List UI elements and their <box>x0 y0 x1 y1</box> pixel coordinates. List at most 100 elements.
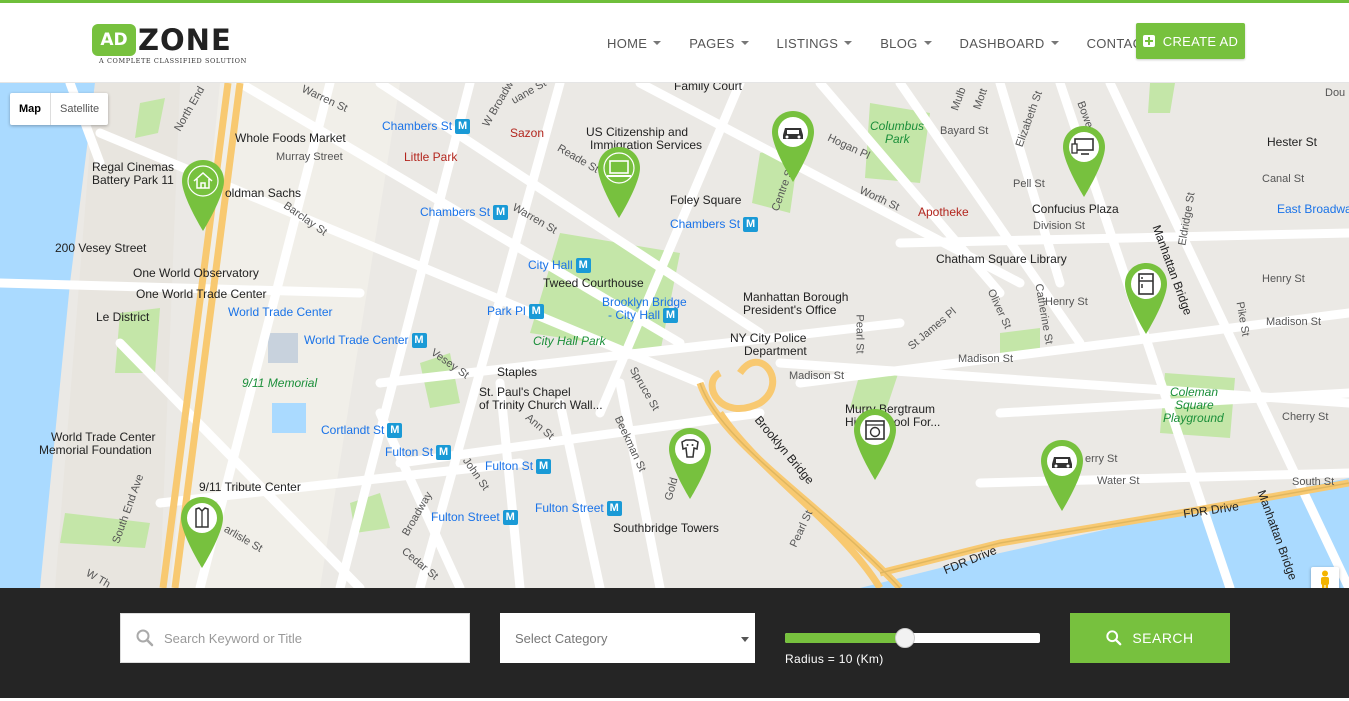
map-label: Dou <box>1325 87 1346 99</box>
map-label: Madison St <box>1266 316 1322 328</box>
map-label: Park Pl M <box>487 304 544 320</box>
map-label: Canal St <box>1262 173 1305 185</box>
metro-icon: M <box>663 308 679 324</box>
map-label: Sazon <box>510 126 545 140</box>
map-label: Fulton St M <box>385 445 452 461</box>
map-label: Southbridge Towers <box>613 521 719 535</box>
metro-icon: M <box>502 510 518 526</box>
map-label: Tweed Courthouse <box>543 276 644 290</box>
map-label-text: Park Pl <box>487 304 526 318</box>
map-label-text: Chambers St <box>420 205 491 219</box>
map-label: City Hall Park <box>533 334 606 348</box>
logo-ad-badge: AD <box>92 24 136 56</box>
map-label: Family Court <box>674 83 743 93</box>
keyword-search-field <box>120 613 470 663</box>
map-label: Henry St <box>1045 296 1088 308</box>
keyword-search-input[interactable] <box>154 614 469 662</box>
map-label-text: Cortlandt St <box>321 423 385 437</box>
map-pin-icon <box>772 111 814 182</box>
category-select-value: Select Category <box>515 630 608 646</box>
map-label: oldman Sachs <box>225 186 302 200</box>
map-label: Cherry St <box>1282 411 1329 423</box>
nav-home[interactable]: HOME <box>593 36 675 51</box>
map-pin-icon <box>1041 440 1083 511</box>
logo-zone-text: ZONE <box>138 23 232 57</box>
metro-icon: M <box>387 423 403 439</box>
map-label: Bayard St <box>940 125 989 137</box>
house-pin[interactable] <box>180 159 226 233</box>
nav-dashboard[interactable]: DASHBOARD <box>946 36 1073 51</box>
map-label: Water St <box>1097 475 1140 487</box>
map-pin-icon <box>182 160 224 231</box>
radius-slider-handle[interactable] <box>894 628 915 648</box>
map-label: One World Observatory <box>133 266 259 280</box>
map-label: World Trade Center M <box>304 333 427 349</box>
map-label: Murray Street <box>276 151 343 163</box>
map-type-satellite-button[interactable]: Satellite <box>51 93 108 125</box>
metro-icon: M <box>575 258 591 274</box>
category-select[interactable]: Select Category <box>500 613 755 663</box>
map-label: Columbus <box>870 119 925 133</box>
search-bar: Select Category Radius = 10 (Km) SEARCH <box>0 588 1349 698</box>
map-label: - City Hall M <box>608 308 679 324</box>
map-canvas[interactable]: Map Satellite Whole Foods Market Chamber… <box>0 83 1349 588</box>
map-label: Little Park <box>404 150 458 164</box>
map-label: Pearl St <box>853 314 866 354</box>
map-label: Whole Foods Market <box>235 131 346 145</box>
map-label: Madison St <box>958 353 1014 365</box>
map-pin-icon <box>1063 126 1105 197</box>
washer-pin[interactable] <box>852 408 898 482</box>
map-label: 9/11 Memorial <box>242 376 318 390</box>
site-logo[interactable]: AD ZONE A COMPLETE CLASSIFIED SOLUTION <box>92 24 247 65</box>
radius-slider[interactable] <box>785 628 1040 648</box>
create-ad-button[interactable]: CREATE AD <box>1136 23 1245 59</box>
map-label: 9/11 Tribute Center <box>199 480 301 494</box>
metro-icon: M <box>455 119 471 135</box>
map-label: Madison St <box>789 370 845 382</box>
nav-pages-label: PAGES <box>689 35 735 51</box>
map-label: Le District <box>96 310 150 324</box>
computer-pin[interactable] <box>1061 125 1107 199</box>
map-label: Pell St <box>1013 178 1045 190</box>
nav-pages[interactable]: PAGES <box>675 36 762 51</box>
search-button-label: SEARCH <box>1132 630 1194 646</box>
map-label: Park <box>885 132 910 146</box>
map-label-text: Chambers St <box>382 119 453 133</box>
map-label: Fulton Street M <box>431 510 518 526</box>
chevron-down-icon <box>844 41 853 45</box>
map-label: South St <box>1292 476 1335 488</box>
map-label: City Hall M <box>528 258 591 274</box>
map-label-text: Fulton St <box>485 459 534 473</box>
map-label: Chambers St M <box>420 205 509 221</box>
nav-blog[interactable]: BLOG <box>866 36 945 51</box>
map-label: St. Paul's Chapel <box>479 385 571 399</box>
map-label: 200 Vesey Street <box>55 241 147 255</box>
car-pin-1[interactable] <box>770 110 816 184</box>
logo-tagline: A COMPLETE CLASSIFIED SOLUTION <box>99 57 247 65</box>
map-label: Fulton St M <box>485 459 552 475</box>
car-pin-2[interactable] <box>1039 439 1085 513</box>
radius-label: Radius = 10 (Km) <box>785 652 884 666</box>
nav-listings-label: LISTINGS <box>776 35 839 51</box>
fridge-pin[interactable] <box>1123 262 1169 336</box>
laptop-pin[interactable] <box>596 146 642 220</box>
map-pin-icon <box>181 497 223 568</box>
metro-icon: M <box>411 333 427 349</box>
map-label: Playground <box>1163 411 1224 425</box>
map-label-text: City Hall <box>528 258 573 272</box>
shirt-pin[interactable] <box>179 496 225 570</box>
map-label: Division St <box>1033 220 1085 232</box>
radius-slider-fill <box>785 633 905 643</box>
create-ad-label: CREATE AD <box>1162 33 1239 49</box>
chevron-down-icon <box>923 41 932 45</box>
search-button[interactable]: SEARCH <box>1070 613 1230 663</box>
map-label: East Broadwa <box>1277 202 1349 216</box>
map-label: NY City Police <box>730 331 807 345</box>
map-label: Henry St <box>1262 273 1305 285</box>
nav-listings[interactable]: LISTINGS <box>763 36 867 51</box>
map-type-map-button[interactable]: Map <box>10 93 51 125</box>
dog-pin[interactable] <box>667 427 713 501</box>
map-label: Square <box>1175 398 1214 412</box>
map-label: Foley Square <box>670 193 742 207</box>
plus-icon <box>1142 35 1155 47</box>
